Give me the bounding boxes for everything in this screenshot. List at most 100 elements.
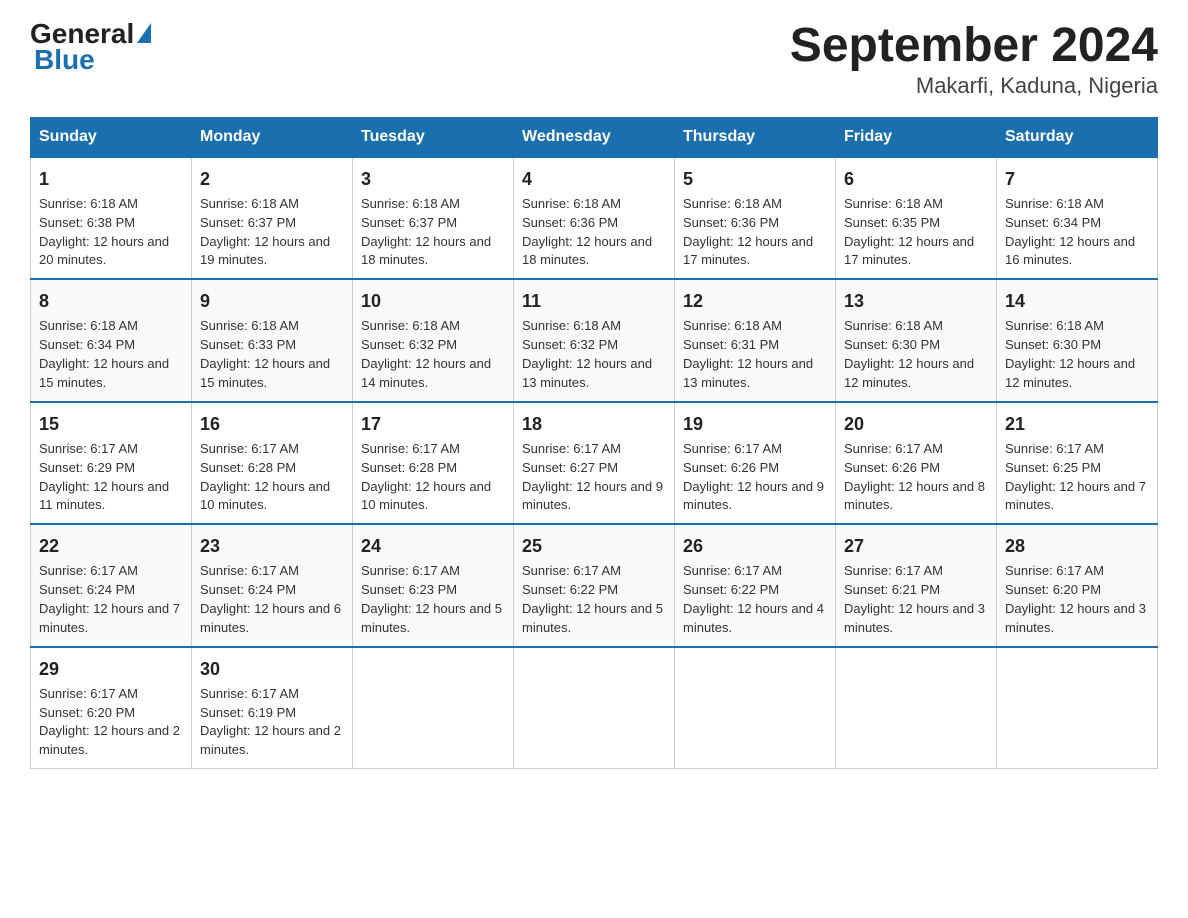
calendar-cell: 23 Sunrise: 6:17 AMSunset: 6:24 PMDayligh…: [192, 524, 353, 646]
calendar-cell: 29 Sunrise: 6:17 AMSunset: 6:20 PMDayligh…: [31, 647, 192, 769]
day-number: 15: [39, 411, 183, 437]
day-info: Sunrise: 6:18 AMSunset: 6:30 PMDaylight:…: [1005, 318, 1135, 390]
day-number: 8: [39, 288, 183, 314]
day-number: 29: [39, 656, 183, 682]
header-row: SundayMondayTuesdayWednesdayThursdayFrid…: [31, 117, 1158, 157]
title-block: September 2024 Makarfi, Kaduna, Nigeria: [790, 20, 1158, 99]
day-info: Sunrise: 6:17 AMSunset: 6:27 PMDaylight:…: [522, 441, 663, 513]
calendar-table: SundayMondayTuesdayWednesdayThursdayFrid…: [30, 117, 1158, 769]
day-info: Sunrise: 6:18 AMSunset: 6:34 PMDaylight:…: [1005, 196, 1135, 268]
day-info: Sunrise: 6:17 AMSunset: 6:24 PMDaylight:…: [200, 563, 341, 635]
calendar-cell: 8 Sunrise: 6:18 AMSunset: 6:34 PMDaylight…: [31, 279, 192, 401]
calendar-cell: 15 Sunrise: 6:17 AMSunset: 6:29 PMDayligh…: [31, 402, 192, 524]
day-info: Sunrise: 6:17 AMSunset: 6:25 PMDaylight:…: [1005, 441, 1146, 513]
header-cell-saturday: Saturday: [997, 117, 1158, 157]
day-info: Sunrise: 6:17 AMSunset: 6:24 PMDaylight:…: [39, 563, 180, 635]
calendar-cell: 9Sunrise: 6:18 AMSunset: 6:33 PMDaylight…: [192, 279, 353, 401]
day-info: Sunrise: 6:17 AMSunset: 6:28 PMDaylight:…: [200, 441, 330, 513]
calendar-cell: 19 Sunrise: 6:17 AMSunset: 6:26 PMDayligh…: [675, 402, 836, 524]
calendar-body: 1 Sunrise: 6:18 AMSunset: 6:38 PMDaylight…: [31, 157, 1158, 769]
day-number: 3: [361, 166, 505, 192]
day-info: Sunrise: 6:17 AMSunset: 6:20 PMDaylight:…: [39, 686, 180, 758]
day-number: 24: [361, 533, 505, 559]
day-number: 7: [1005, 166, 1149, 192]
logo: General Blue: [30, 20, 151, 76]
week-row-4: 22Sunrise: 6:17 AMSunset: 6:24 PMDayligh…: [31, 524, 1158, 646]
day-info: Sunrise: 6:17 AMSunset: 6:20 PMDaylight:…: [1005, 563, 1146, 635]
day-info: Sunrise: 6:18 AMSunset: 6:37 PMDaylight:…: [361, 196, 491, 268]
day-number: 6: [844, 166, 988, 192]
calendar-cell: 1 Sunrise: 6:18 AMSunset: 6:38 PMDaylight…: [31, 157, 192, 279]
day-number: 30: [200, 656, 344, 682]
day-info: Sunrise: 6:17 AMSunset: 6:28 PMDaylight:…: [361, 441, 491, 513]
day-number: 16: [200, 411, 344, 437]
day-info: Sunrise: 6:18 AMSunset: 6:37 PMDaylight:…: [200, 196, 330, 268]
calendar-title: September 2024: [790, 20, 1158, 73]
calendar-cell: 5 Sunrise: 6:18 AMSunset: 6:36 PMDaylight…: [675, 157, 836, 279]
page-header: General Blue September 2024 Makarfi, Kad…: [30, 20, 1158, 99]
logo-blue-text: Blue: [34, 44, 95, 76]
calendar-cell: 6 Sunrise: 6:18 AMSunset: 6:35 PMDaylight…: [836, 157, 997, 279]
calendar-cell: 27Sunrise: 6:17 AMSunset: 6:21 PMDayligh…: [836, 524, 997, 646]
header-cell-monday: Monday: [192, 117, 353, 157]
calendar-cell: 4 Sunrise: 6:18 AMSunset: 6:36 PMDaylight…: [514, 157, 675, 279]
day-number: 11: [522, 288, 666, 314]
day-info: Sunrise: 6:17 AMSunset: 6:19 PMDaylight:…: [200, 686, 341, 758]
day-number: 28: [1005, 533, 1149, 559]
header-cell-wednesday: Wednesday: [514, 117, 675, 157]
day-info: Sunrise: 6:18 AMSunset: 6:36 PMDaylight:…: [522, 196, 652, 268]
calendar-cell: 28 Sunrise: 6:17 AMSunset: 6:20 PMDayligh…: [997, 524, 1158, 646]
week-row-5: 29 Sunrise: 6:17 AMSunset: 6:20 PMDayligh…: [31, 647, 1158, 769]
day-number: 19: [683, 411, 827, 437]
calendar-cell: 30 Sunrise: 6:17 AMSunset: 6:19 PMDayligh…: [192, 647, 353, 769]
day-info: Sunrise: 6:18 AMSunset: 6:32 PMDaylight:…: [522, 318, 652, 390]
header-cell-tuesday: Tuesday: [353, 117, 514, 157]
day-info: Sunrise: 6:18 AMSunset: 6:34 PMDaylight:…: [39, 318, 169, 390]
logo-triangle-icon: [137, 23, 151, 43]
day-info: Sunrise: 6:18 AMSunset: 6:31 PMDaylight:…: [683, 318, 813, 390]
day-number: 20: [844, 411, 988, 437]
day-number: 5: [683, 166, 827, 192]
day-info: Sunrise: 6:18 AMSunset: 6:36 PMDaylight:…: [683, 196, 813, 268]
day-number: 25: [522, 533, 666, 559]
calendar-header: SundayMondayTuesdayWednesdayThursdayFrid…: [31, 117, 1158, 157]
day-number: 9: [200, 288, 344, 314]
day-info: Sunrise: 6:18 AMSunset: 6:38 PMDaylight:…: [39, 196, 169, 268]
calendar-cell: [836, 647, 997, 769]
day-number: 2: [200, 166, 344, 192]
calendar-cell: 7 Sunrise: 6:18 AMSunset: 6:34 PMDaylight…: [997, 157, 1158, 279]
calendar-cell: 22Sunrise: 6:17 AMSunset: 6:24 PMDayligh…: [31, 524, 192, 646]
day-number: 13: [844, 288, 988, 314]
day-number: 1: [39, 166, 183, 192]
day-info: Sunrise: 6:17 AMSunset: 6:26 PMDaylight:…: [844, 441, 985, 513]
calendar-cell: 17 Sunrise: 6:17 AMSunset: 6:28 PMDayligh…: [353, 402, 514, 524]
calendar-cell: 13 Sunrise: 6:18 AMSunset: 6:30 PMDayligh…: [836, 279, 997, 401]
day-info: Sunrise: 6:18 AMSunset: 6:35 PMDaylight:…: [844, 196, 974, 268]
day-info: Sunrise: 6:17 AMSunset: 6:23 PMDaylight:…: [361, 563, 502, 635]
calendar-cell: 20 Sunrise: 6:17 AMSunset: 6:26 PMDayligh…: [836, 402, 997, 524]
day-number: 27: [844, 533, 988, 559]
calendar-cell: [675, 647, 836, 769]
day-info: Sunrise: 6:17 AMSunset: 6:22 PMDaylight:…: [683, 563, 824, 635]
calendar-cell: 26 Sunrise: 6:17 AMSunset: 6:22 PMDayligh…: [675, 524, 836, 646]
day-number: 4: [522, 166, 666, 192]
day-number: 23: [200, 533, 344, 559]
day-number: 26: [683, 533, 827, 559]
week-row-2: 8 Sunrise: 6:18 AMSunset: 6:34 PMDaylight…: [31, 279, 1158, 401]
day-number: 17: [361, 411, 505, 437]
calendar-cell: 11 Sunrise: 6:18 AMSunset: 6:32 PMDayligh…: [514, 279, 675, 401]
calendar-cell: 24 Sunrise: 6:17 AMSunset: 6:23 PMDayligh…: [353, 524, 514, 646]
calendar-subtitle: Makarfi, Kaduna, Nigeria: [790, 73, 1158, 99]
day-info: Sunrise: 6:17 AMSunset: 6:29 PMDaylight:…: [39, 441, 169, 513]
day-info: Sunrise: 6:17 AMSunset: 6:22 PMDaylight:…: [522, 563, 663, 635]
day-info: Sunrise: 6:18 AMSunset: 6:30 PMDaylight:…: [844, 318, 974, 390]
day-number: 21: [1005, 411, 1149, 437]
header-cell-thursday: Thursday: [675, 117, 836, 157]
day-info: Sunrise: 6:17 AMSunset: 6:26 PMDaylight:…: [683, 441, 824, 513]
calendar-cell: 3 Sunrise: 6:18 AMSunset: 6:37 PMDaylight…: [353, 157, 514, 279]
calendar-cell: [353, 647, 514, 769]
day-number: 14: [1005, 288, 1149, 314]
calendar-cell: 25 Sunrise: 6:17 AMSunset: 6:22 PMDayligh…: [514, 524, 675, 646]
header-cell-sunday: Sunday: [31, 117, 192, 157]
day-number: 18: [522, 411, 666, 437]
